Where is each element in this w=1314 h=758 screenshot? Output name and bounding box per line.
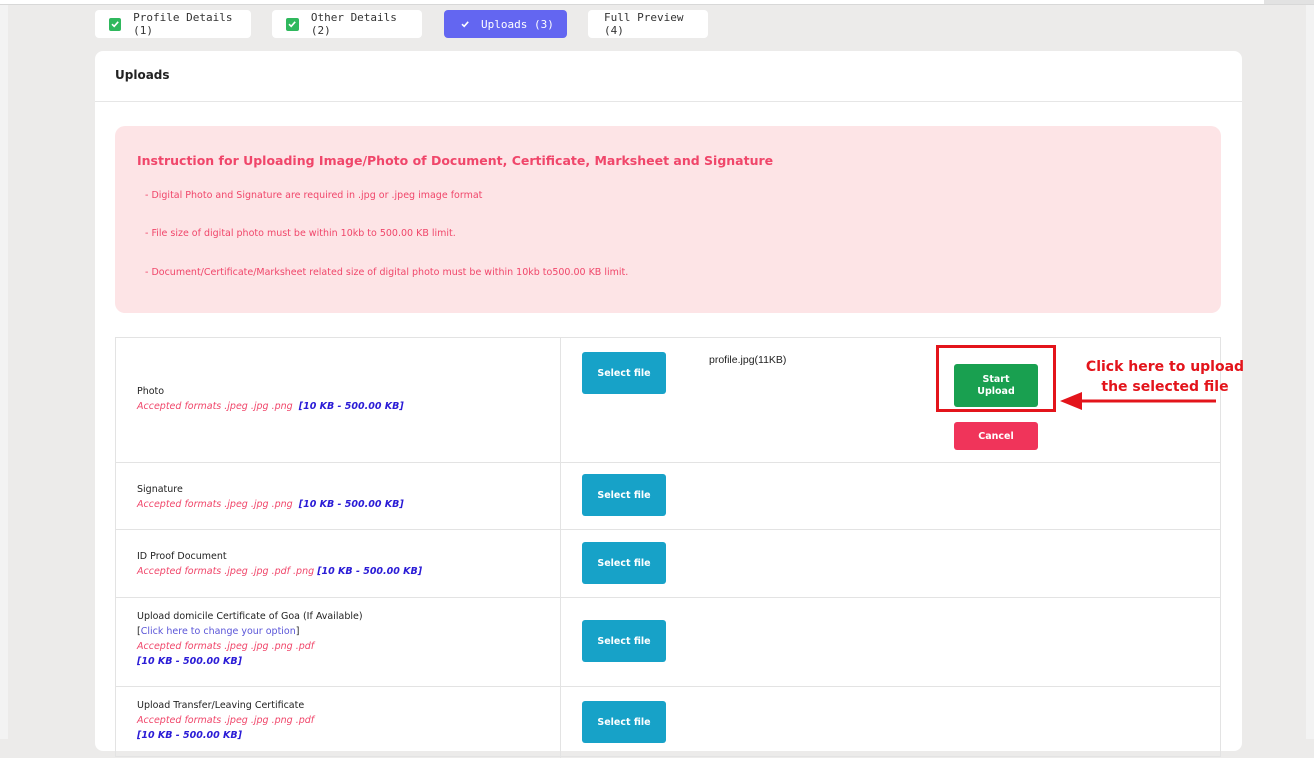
- tab-label: Other Details (2): [310, 11, 397, 37]
- size-limit: [10 KB - 500.00 KB]: [298, 401, 404, 412]
- browser-top-bar: [0, 0, 1314, 5]
- tab-uploads[interactable]: Uploads (3): [444, 10, 567, 38]
- column-divider: [560, 529, 561, 597]
- size-limit: [10 KB - 500.00 KB]: [317, 566, 423, 577]
- size-limit: [10 KB - 500.00 KB]: [137, 730, 242, 741]
- instruction-line-format: - Digital Photo and Signature are requir…: [145, 190, 483, 201]
- arrow-icon: [1060, 392, 1216, 410]
- upload-row-transfer: Upload Transfer/Leaving Certificate Acce…: [116, 686, 1220, 758]
- formats-text: Accepted formats .jpeg .jpg .png: [137, 401, 293, 412]
- left-edge-strip: [0, 5, 8, 739]
- tab-label: Uploads (3): [481, 17, 554, 31]
- card-title: Uploads: [115, 68, 170, 82]
- select-file-button[interactable]: Select file: [582, 620, 666, 662]
- selected-file-name: profile.jpg(11KB): [709, 354, 787, 366]
- accepted-formats: Accepted formats .jpeg .jpg .png [10 KB …: [137, 499, 404, 510]
- row-label: Upload domicile Certificate of Goa (If A…: [137, 611, 363, 622]
- check-icon: [109, 17, 122, 31]
- accepted-formats: Accepted formats .jpeg .jpg .png [10 KB …: [137, 401, 404, 412]
- card-divider: [95, 101, 1242, 102]
- select-file-button[interactable]: Select file: [582, 701, 666, 743]
- instruction-line-document: - Document/Certificate/Marksheet related…: [145, 267, 629, 278]
- size-limit: [10 KB - 500.00 KB]: [137, 656, 242, 667]
- formats-text: Accepted formats .jpeg .jpg .png .pdf: [137, 715, 315, 726]
- tab-profile-details[interactable]: Profile Details (1): [95, 10, 251, 38]
- select-file-button[interactable]: Select file: [582, 542, 666, 584]
- upload-row-domicile: Upload domicile Certificate of Goa (If A…: [116, 597, 1220, 687]
- tab-label: Profile Details (1): [133, 11, 233, 37]
- accepted-formats: Accepted formats .jpeg .jpg .pdf .png [1…: [137, 566, 422, 577]
- tab-label: Full Preview (4): [604, 11, 684, 37]
- column-divider: [560, 462, 561, 529]
- change-option-wrapper: [Click here to change your option]: [137, 626, 299, 637]
- column-divider: [560, 338, 561, 462]
- formats-text: Accepted formats .jpeg .jpg .pdf .png: [137, 566, 315, 577]
- upload-row-id-proof: ID Proof Document Accepted formats .jpeg…: [116, 529, 1220, 598]
- formats-text: Accepted formats .jpeg .jpg .png: [137, 499, 293, 510]
- instruction-title: Instruction for Uploading Image/Photo of…: [137, 153, 774, 168]
- check-icon: [458, 17, 471, 31]
- annotation-line-1: Click here to upload: [1085, 359, 1245, 375]
- row-label: Upload Transfer/Leaving Certificate: [137, 700, 305, 711]
- row-label: ID Proof Document: [137, 551, 227, 562]
- row-label: Signature: [137, 484, 183, 495]
- highlight-box: [936, 345, 1056, 412]
- select-file-button[interactable]: Select file: [582, 474, 666, 516]
- formats-text: Accepted formats .jpeg .jpg .png .pdf: [137, 641, 315, 652]
- instruction-line-size: - File size of digital photo must be wit…: [145, 228, 456, 239]
- size-limit: [10 KB - 500.00 KB]: [298, 499, 404, 510]
- change-option-link[interactable]: Click here to change your option: [141, 626, 296, 637]
- instruction-box: Instruction for Uploading Image/Photo of…: [115, 126, 1221, 313]
- column-divider: [560, 686, 561, 758]
- row-label: Photo: [137, 386, 165, 397]
- column-divider: [560, 597, 561, 686]
- bracket-close: ]: [295, 626, 300, 637]
- right-edge-strip: [1306, 5, 1314, 739]
- top-bar-nub: [1264, 0, 1314, 4]
- tab-full-preview[interactable]: Full Preview (4): [588, 10, 708, 38]
- select-file-button[interactable]: Select file: [582, 352, 666, 394]
- upload-row-signature: Signature Accepted formats .jpeg .jpg .p…: [116, 462, 1220, 530]
- tab-other-details[interactable]: Other Details (2): [272, 10, 422, 38]
- cancel-upload-button[interactable]: Cancel: [954, 422, 1038, 450]
- check-icon: [286, 17, 299, 31]
